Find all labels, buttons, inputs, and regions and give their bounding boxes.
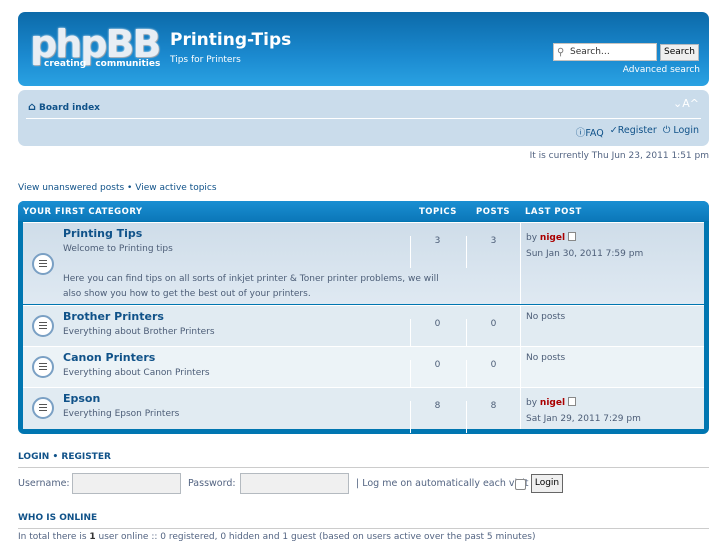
divider: [18, 467, 709, 468]
forum-description: Everything about Canon Printers: [63, 368, 210, 378]
forum-row: Brother Printers Everything about Brothe…: [23, 305, 704, 351]
navbar: ⌂ Board index ⌄A^ ⓘFAQ ✓Register ⏻ Login: [18, 90, 709, 146]
separator: •: [52, 452, 59, 462]
forum-description: Welcome to Printing tips: [63, 244, 173, 254]
view-latest-post-icon[interactable]: [568, 232, 577, 241]
forum-description: Everything Epson Printers: [63, 409, 180, 419]
last-post: No posts: [520, 347, 565, 387]
site-title: Printing-Tips: [170, 30, 292, 50]
forum-row: Canon Printers Everything about Canon Pr…: [23, 346, 704, 392]
register-icon: ✓: [609, 125, 618, 136]
online-prefix: In total there is: [18, 532, 90, 542]
logo-text: phpBB: [30, 22, 161, 66]
search-icon: ⚲: [557, 47, 565, 58]
author-link[interactable]: nigel: [540, 233, 565, 243]
topics-count: 3: [410, 236, 464, 268]
current-time: It is currently Thu Jun 23, 2011 1:51 pm: [529, 151, 709, 161]
register-label: Register: [617, 125, 657, 136]
site-header: phpBB creating communities Printing-Tips…: [18, 12, 709, 86]
posts-count: 8: [466, 401, 520, 433]
faq-label: FAQ: [585, 128, 604, 139]
forum-description: Everything about Brother Printers: [63, 327, 215, 337]
forum-read-icon: [32, 356, 54, 378]
password-label: Password:: [188, 478, 236, 489]
username-input[interactable]: [72, 473, 181, 494]
password-input[interactable]: [240, 473, 349, 494]
by-label: by: [526, 398, 538, 408]
posts-count: 3: [466, 236, 520, 268]
logo-tagline: creating communities: [44, 59, 161, 69]
power-icon: ⏻: [662, 125, 671, 136]
author-link[interactable]: nigel: [540, 398, 565, 408]
separator: •: [127, 183, 133, 193]
topics-count: 8: [410, 401, 464, 433]
register-heading-link[interactable]: REGISTER: [61, 452, 111, 462]
active-topics-link[interactable]: View active topics: [135, 183, 216, 193]
who-is-online-heading: WHO IS ONLINE: [18, 513, 98, 523]
login-label: Login: [673, 125, 699, 136]
home-icon: ⌂: [28, 100, 36, 113]
forum-read-icon: [32, 315, 54, 337]
search-input[interactable]: ⚲ Search…: [553, 43, 657, 61]
login-link[interactable]: ⏻ Login: [663, 125, 699, 139]
autologin-checkbox[interactable]: [515, 479, 526, 490]
forum-list: YOUR FIRST CATEGORY TOPICS POSTS LAST PO…: [18, 201, 709, 434]
last-post: by nigel Sat Jan 29, 2011 7:29 pm: [520, 388, 641, 429]
forum-title-link[interactable]: Brother Printers: [63, 310, 164, 323]
unanswered-posts-link[interactable]: View unanswered posts: [18, 183, 124, 193]
font-size-toggle[interactable]: ⌄A^: [673, 97, 699, 110]
faq-link[interactable]: ⓘFAQ: [576, 125, 604, 139]
divider: [18, 528, 709, 529]
phpbb-logo[interactable]: phpBB creating communities: [30, 22, 161, 69]
register-link[interactable]: ✓Register: [610, 125, 657, 139]
col-posts: POSTS: [476, 207, 510, 217]
forum-title-link[interactable]: Printing Tips: [63, 227, 142, 240]
forum-read-icon: [32, 397, 54, 419]
quick-links: View unanswered posts • View active topi…: [18, 183, 217, 193]
forum-description-extra: Here you can find tips on all sorts of i…: [63, 274, 439, 299]
advanced-search-link[interactable]: Advanced search: [623, 65, 700, 75]
autologin-label: | Log me on automatically each visit: [356, 478, 529, 489]
search-placeholder: Search…: [570, 47, 610, 57]
last-post: by nigel Sun Jan 30, 2011 7:59 pm: [520, 223, 643, 304]
col-topics: TOPICS: [419, 207, 457, 217]
last-post-date: Sat Jan 29, 2011 7:29 pm: [526, 414, 641, 424]
forum-title-link[interactable]: Canon Printers: [63, 351, 155, 364]
search-button[interactable]: Search: [660, 44, 699, 61]
view-latest-post-icon[interactable]: [568, 397, 577, 406]
login-heading: LOGIN • REGISTER: [18, 452, 111, 462]
last-post: No posts: [520, 306, 565, 346]
nav-links: ⓘFAQ ✓Register ⏻ Login: [576, 125, 699, 139]
forum-title-link[interactable]: Epson: [63, 392, 100, 405]
last-post-date: Sun Jan 30, 2011 7:59 pm: [526, 249, 644, 259]
login-heading-link[interactable]: LOGIN: [18, 452, 49, 462]
online-suffix: user online :: 0 registered, 0 hidden an…: [95, 532, 536, 542]
by-label: by: [526, 233, 538, 243]
faq-icon: ⓘ: [575, 128, 586, 139]
forum-row: Epson Everything Epson Printers 8 8 by n…: [23, 387, 704, 433]
forum-row: Printing Tips Welcome to Printing tips H…: [23, 222, 704, 304]
col-last-post: LAST POST: [525, 207, 582, 217]
navbar-divider: [26, 118, 701, 119]
site-description: Tips for Printers: [170, 55, 241, 65]
category-header: YOUR FIRST CATEGORY TOPICS POSTS LAST PO…: [18, 201, 709, 221]
online-stats: In total there is 1 user online :: 0 reg…: [18, 532, 535, 542]
board-index-label: Board index: [39, 103, 100, 113]
board-index-link[interactable]: ⌂ Board index: [28, 100, 100, 113]
category-title[interactable]: YOUR FIRST CATEGORY: [23, 207, 143, 217]
username-label: Username:: [18, 478, 70, 489]
login-button[interactable]: Login: [531, 474, 563, 493]
forum-read-icon: [32, 253, 54, 275]
